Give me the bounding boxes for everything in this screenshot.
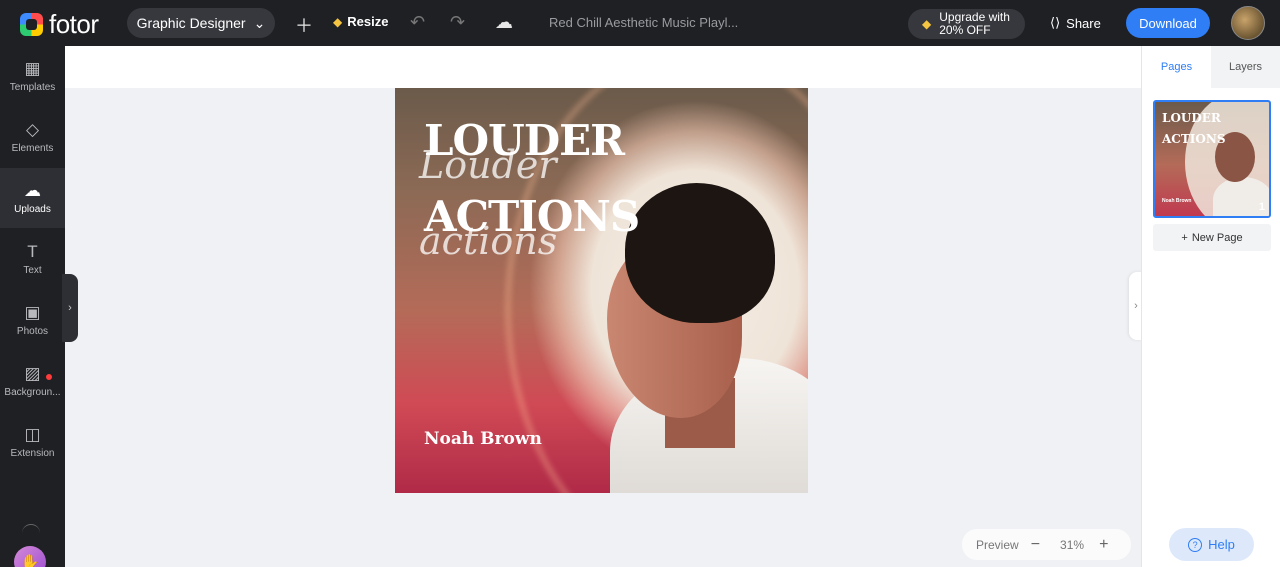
sidebar-item-background[interactable]: ▨ Backgroun...: [0, 351, 65, 411]
tab-layers[interactable]: Layers: [1211, 46, 1280, 88]
sidebar-item-templates[interactable]: ▦ Templates: [0, 46, 65, 106]
download-button[interactable]: Download: [1126, 8, 1210, 38]
sidebar-item-label: Photos: [16, 325, 49, 337]
hand-icon[interactable]: ✋: [14, 546, 46, 567]
upgrade-line1: Upgrade with: [939, 10, 1010, 24]
upgrade-line2: 20% OFF: [939, 23, 991, 37]
thumb-artist: Noah Brown: [1162, 198, 1192, 204]
sidebar-item-label: Text: [23, 264, 42, 276]
left-sidebar: ▦ Templates ◇ Elements ☁ Uploads T Text …: [0, 46, 65, 567]
more-icon[interactable]: [22, 524, 40, 534]
sidebar-item-label: Templates: [9, 81, 56, 93]
thumb-title-2: ACTIONS: [1162, 132, 1226, 146]
chevron-right-icon: ›: [68, 302, 72, 314]
redo-icon[interactable]: ↷: [450, 12, 465, 33]
sidebar-item-label: Backgroun...: [4, 386, 61, 398]
page-number: 1: [1258, 201, 1265, 213]
elements-icon: ◇: [25, 119, 40, 139]
question-icon: ?: [1188, 537, 1203, 552]
right-panel: Pages Layers LOUDER ACTIONS Noah Brown 1…: [1141, 46, 1280, 567]
thumb-title-1: LOUDER: [1162, 111, 1221, 125]
role-label: Graphic Designer: [136, 15, 246, 31]
sidebar-item-extension[interactable]: ◫ Extension: [0, 412, 65, 472]
avatar[interactable]: [1231, 6, 1265, 40]
headline-text-2[interactable]: ACTIONS: [424, 192, 640, 241]
uploads-icon: ☁: [24, 180, 41, 200]
sidebar-item-text[interactable]: T Text: [0, 229, 65, 289]
upgrade-text: Upgrade with 20% OFF: [939, 11, 1010, 37]
diamond-icon: ◆: [922, 16, 932, 31]
undo-icon[interactable]: ↶: [410, 12, 425, 33]
resize-button[interactable]: ◆ Resize: [333, 14, 388, 29]
sidebar-item-label: Extension: [10, 447, 55, 459]
zoom-controls: Preview − 31% +: [962, 529, 1131, 560]
extension-icon: ◫: [24, 424, 41, 444]
panel-tabs: Pages Layers: [1142, 46, 1280, 88]
chevron-right-icon: ›: [1134, 300, 1138, 312]
sidebar-item-uploads[interactable]: ☁ Uploads: [0, 168, 65, 228]
new-page-button[interactable]: + New Page: [1153, 224, 1271, 251]
headline-text-1[interactable]: LOUDER: [424, 116, 625, 165]
canvas-toolbar-area: [65, 46, 1141, 88]
upgrade-button[interactable]: ◆ Upgrade with 20% OFF: [908, 9, 1025, 39]
fotor-logo-icon: [20, 13, 43, 36]
page-thumbnail[interactable]: LOUDER ACTIONS Noah Brown 1: [1153, 100, 1271, 218]
background-icon: ▨: [24, 363, 41, 383]
person-hair: [625, 183, 775, 323]
sidebar-item-photos[interactable]: ▣ Photos: [0, 290, 65, 350]
photos-icon: ▣: [24, 302, 41, 322]
notification-dot: [46, 374, 52, 380]
share-label: Share: [1066, 15, 1101, 31]
plus-icon: +: [1181, 231, 1188, 244]
share-icon: ⟨⟩: [1050, 15, 1061, 30]
sidebar-item-label: Elements: [11, 142, 54, 154]
logo-text: fotor: [49, 9, 99, 39]
new-page-label: New Page: [1191, 231, 1243, 244]
sidebar-item-elements[interactable]: ◇ Elements: [0, 107, 65, 167]
help-button[interactable]: ? Help: [1169, 528, 1254, 561]
resize-label: Resize: [347, 14, 389, 29]
document-title[interactable]: Red Chill Aesthetic Music Playl...: [549, 15, 738, 30]
add-icon[interactable]: ＋: [295, 12, 313, 38]
preview-button[interactable]: Preview: [976, 538, 1019, 552]
help-label: Help: [1208, 537, 1235, 552]
fotor-logo[interactable]: fotor: [20, 9, 99, 40]
cloud-upload-icon[interactable]: ☁: [495, 12, 513, 33]
zoom-out-icon[interactable]: −: [1031, 536, 1040, 554]
zoom-level[interactable]: 31%: [1060, 538, 1084, 552]
text-icon: T: [27, 241, 38, 261]
share-button[interactable]: ⟨⟩ Share: [1050, 15, 1101, 31]
design-artboard[interactable]: Louder LOUDER actions ACTIONS Noah Brown: [395, 88, 808, 493]
zoom-in-icon[interactable]: +: [1099, 536, 1108, 554]
tab-pages[interactable]: Pages: [1142, 46, 1211, 88]
chevron-down-icon: ⌄: [253, 14, 266, 31]
role-dropdown[interactable]: Graphic Designer ⌄: [127, 8, 275, 38]
top-bar: fotor Graphic Designer ⌄ ＋ ◆ Resize ↶ ↷ …: [0, 0, 1280, 46]
collapse-panel-button[interactable]: ›: [62, 274, 78, 342]
artist-name-text[interactable]: Noah Brown: [424, 429, 542, 449]
sidebar-item-label: Uploads: [14, 203, 51, 215]
templates-icon: ▦: [24, 58, 41, 78]
diamond-icon: ◆: [333, 14, 343, 29]
